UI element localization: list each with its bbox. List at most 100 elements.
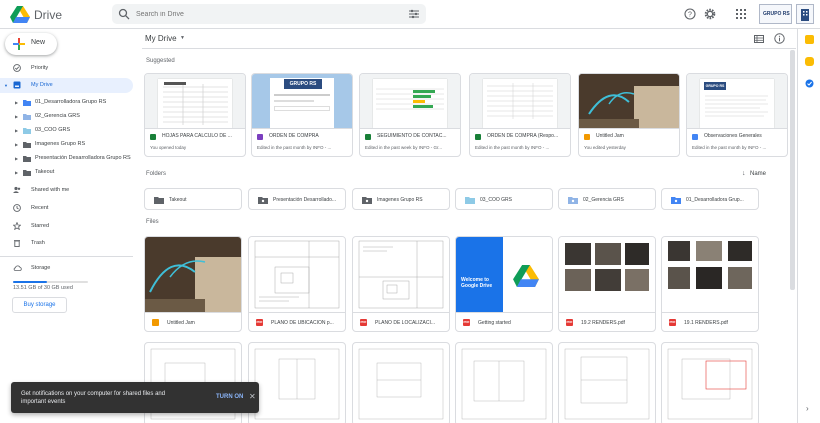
main-scrollbar[interactable] — [790, 50, 795, 290]
shared-folder-icon — [362, 197, 372, 204]
folder-item[interactable]: Takeout — [144, 188, 242, 210]
settings-gear-icon[interactable] — [704, 8, 716, 20]
file-meta: PDF Getting started — [456, 312, 552, 331]
tree-item-06[interactable]: ▶ Takeout — [0, 169, 140, 179]
file-thumbnail — [579, 74, 679, 128]
suggested-card[interactable]: GRUPO RS ORDEN DE COMPRA Edited in the p… — [251, 73, 353, 157]
suggested-card[interactable]: SEGUIMIENTO DE CONTAC... Edited in the p… — [359, 73, 461, 157]
folder-item[interactable]: Presentación Desarrollado... — [248, 188, 346, 210]
folder-item[interactable]: 01_Desarrolladora Grup... — [661, 188, 759, 210]
turn-on-button[interactable]: TURN ON — [216, 394, 243, 400]
file-thumbnail — [662, 237, 758, 312]
tree-item-05[interactable]: ▶ Presentación Desarrolladora Grupo RS — [0, 155, 140, 165]
file-meta: PDF PLANO DE UBICACION p... — [249, 312, 345, 331]
file-card[interactable] — [661, 342, 759, 423]
search-options-icon[interactable] — [408, 8, 420, 20]
sheets-icon — [475, 134, 481, 140]
nav-priority[interactable]: Priority — [0, 63, 133, 75]
tree-item-04[interactable]: ▶ Imagenes Grupo RS — [0, 141, 140, 151]
file-card[interactable] — [248, 342, 346, 423]
file-activity: You opened today — [150, 145, 187, 150]
file-card[interactable]: PDF 19.1 RENDERS.pdf — [661, 236, 759, 332]
search-icon[interactable] — [118, 8, 130, 20]
search-input[interactable] — [136, 7, 396, 21]
nav-shared-with-me[interactable]: Shared with me — [0, 185, 133, 197]
folder-item[interactable]: Imagenes Grupo RS — [352, 188, 450, 210]
new-button[interactable]: New — [5, 33, 57, 55]
file-activity: You edited yesterday — [584, 145, 626, 150]
keep-icon[interactable] — [805, 57, 814, 66]
nav-my-drive[interactable]: ▼ My Drive — [0, 78, 133, 93]
list-view-icon[interactable] — [754, 34, 764, 44]
jamboard-icon — [584, 134, 590, 140]
folder-item[interactable]: 03_COO GRS — [455, 188, 553, 210]
pdf-icon: PDF — [566, 319, 573, 326]
tree-item-label: 02_Gerencia GRS — [35, 113, 80, 119]
app-name[interactable]: Drive — [34, 8, 62, 22]
pdf-icon: PDF — [360, 319, 367, 326]
top-bar: Drive ? — [0, 0, 820, 29]
apps-grid-icon[interactable] — [735, 8, 747, 20]
file-card[interactable]: Welcome to Google Drive PDF Getting star… — [455, 236, 553, 332]
nav-recent[interactable]: Recent — [0, 203, 133, 215]
account-avatar[interactable] — [796, 4, 814, 24]
file-meta: PDF 19.1 RENDERS.pdf — [662, 312, 758, 331]
folder-icon — [23, 128, 31, 134]
tasks-icon[interactable] — [805, 79, 814, 88]
nav-storage[interactable]: Storage — [0, 263, 133, 275]
file-name: PLANO DE UBICACION p... — [271, 320, 334, 326]
file-meta: Untitled Jam — [145, 312, 241, 331]
drive-logo-icon[interactable] — [10, 6, 30, 23]
info-icon[interactable] — [774, 33, 785, 44]
file-card[interactable]: PDF PLANO DE UBICACION p... — [248, 236, 346, 332]
building-icon — [801, 9, 809, 21]
organization-logo[interactable]: GRUPO RS — [759, 4, 792, 24]
file-card[interactable]: Untitled Jam — [144, 236, 242, 332]
pdf-icon: PDF — [256, 319, 263, 326]
folder-name: 02_Gerencia GRS — [583, 197, 624, 203]
suggested-card[interactable]: GRUPO RS Observaciones Generales Edited … — [686, 73, 788, 157]
pdf-icon: PDF — [463, 319, 470, 326]
nav-trash[interactable]: Trash — [0, 238, 133, 250]
file-card[interactable] — [558, 342, 656, 423]
folders-heading: Folders — [146, 171, 167, 177]
file-card[interactable] — [352, 342, 450, 423]
folder-item[interactable]: 02_Gerencia GRS — [558, 188, 656, 210]
expand-arrow-icon[interactable]: ▶ — [15, 100, 18, 105]
tree-item-02[interactable]: ▶ 02_Gerencia GRS — [0, 113, 140, 123]
my-drive-icon — [13, 81, 21, 89]
close-icon[interactable]: ✕ — [249, 392, 256, 401]
my-drive-caret-icon[interactable]: ▼ — [4, 83, 8, 88]
suggested-card[interactable]: HOJAS PARA CALCULO DE ... You opened tod… — [144, 73, 246, 157]
nav-starred[interactable]: Starred — [0, 221, 133, 233]
breadcrumb-caret-icon[interactable]: ▼ — [180, 35, 185, 41]
tree-item-03[interactable]: ▶ 03_COO GRS — [0, 127, 140, 137]
tree-item-01[interactable]: ▶ 01_Desarrolladora Grupo RS — [0, 99, 140, 109]
suggested-card[interactable]: ORDEN DE COMPRA (Respo... Edited in the … — [469, 73, 571, 157]
file-card[interactable]: PDF PLANO DE LOCALIZACI... — [352, 236, 450, 332]
search-bar[interactable] — [112, 4, 426, 24]
expand-arrow-icon[interactable]: ▶ — [15, 128, 18, 133]
folder-name: 01_Desarrolladora Grup... — [686, 197, 744, 203]
expand-panel-chevron-icon[interactable]: › — [806, 404, 809, 413]
buy-storage-button[interactable]: Buy storage — [12, 297, 67, 313]
file-thumbnail — [353, 237, 449, 312]
sort-direction-arrow-icon[interactable]: ↓ — [742, 170, 746, 177]
calendar-icon[interactable] — [805, 35, 814, 44]
help-icon[interactable]: ? — [684, 8, 696, 20]
folder-icon — [23, 170, 31, 176]
file-name: Untitled Jam — [596, 133, 624, 139]
expand-arrow-icon[interactable]: ▶ — [15, 156, 18, 161]
file-card[interactable] — [455, 342, 553, 423]
new-button-label: New — [31, 39, 46, 46]
file-card[interactable]: PDF 19.2 RENDERS.pdf — [558, 236, 656, 332]
expand-arrow-icon[interactable]: ▶ — [15, 142, 18, 147]
suggested-card[interactable]: Untitled Jam You edited yesterday — [578, 73, 680, 157]
organization-logo-text: GRUPO RS — [763, 11, 790, 17]
file-thumbnail — [145, 74, 245, 128]
file-thumbnail — [145, 237, 241, 312]
breadcrumb-my-drive[interactable]: My Drive — [145, 34, 177, 43]
sort-by-name[interactable]: Name — [750, 171, 766, 177]
expand-arrow-icon[interactable]: ▶ — [15, 170, 18, 175]
expand-arrow-icon[interactable]: ▶ — [15, 114, 18, 119]
